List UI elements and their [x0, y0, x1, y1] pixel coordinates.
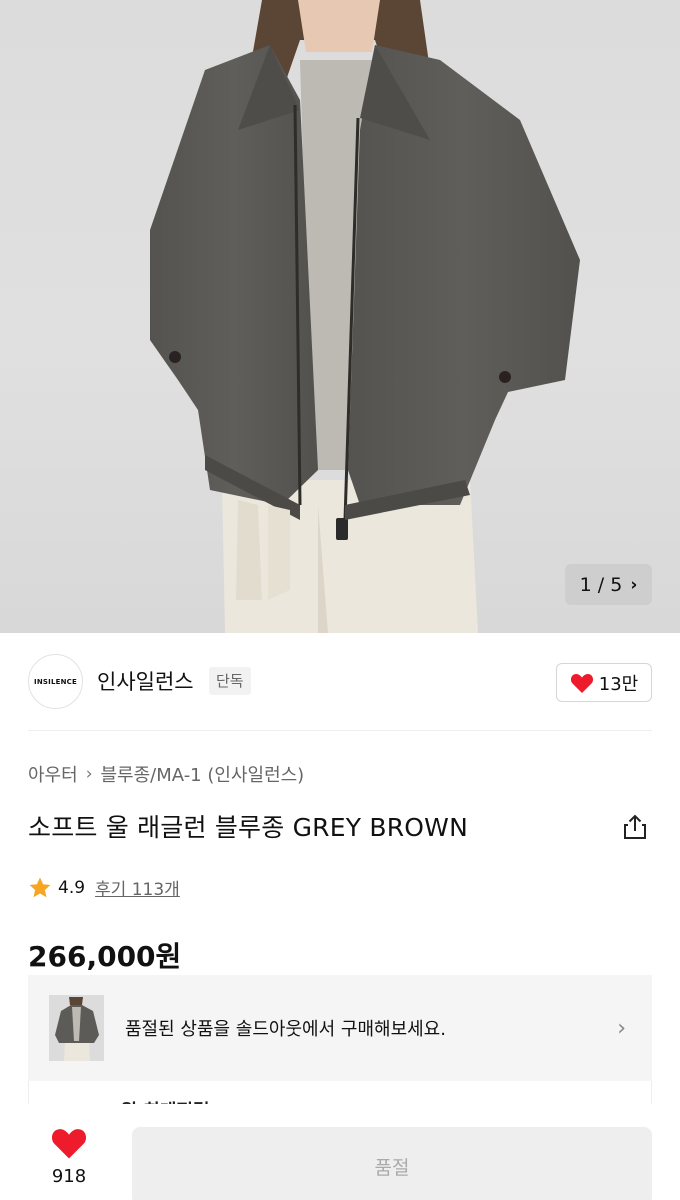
chevron-right-icon: ›	[85, 764, 93, 784]
star-icon	[29, 877, 51, 897]
product-photo	[150, 0, 580, 633]
thumbnail-image	[49, 995, 104, 1061]
breadcrumb-item-category[interactable]: 블루종/MA-1 (인사일런스)	[101, 761, 305, 787]
rating-score: 4.9	[58, 877, 86, 898]
section-divider	[28, 730, 652, 731]
product-image-gallery[interactable]: 1 / 5 ›	[0, 0, 680, 633]
share-icon[interactable]	[621, 813, 649, 841]
brand-logo[interactable]: INSILENCE	[28, 654, 83, 709]
breadcrumb: 아우터 › 블루종/MA-1 (인사일런스)	[28, 761, 304, 787]
counter-separator: /	[597, 573, 605, 596]
soldout-button[interactable]: 품절	[132, 1127, 652, 1200]
brand-logo-text: INSILENCE	[34, 677, 77, 686]
brand-row: INSILENCE 인사일런스 단독 13만	[28, 654, 652, 710]
wishlist-button[interactable]: 918	[40, 1126, 98, 1187]
chevron-right-icon: ›	[630, 574, 638, 595]
product-title: 소프트 울 래글런 블루종 GREY BROWN	[28, 813, 468, 842]
image-counter[interactable]: 1 / 5 ›	[565, 564, 652, 605]
brand-name[interactable]: 인사일런스	[97, 666, 194, 696]
product-price: 266,000원	[28, 940, 182, 973]
exclusive-badge: 단독	[209, 667, 251, 695]
heart-icon	[570, 673, 593, 693]
counter-total: 5	[610, 573, 623, 596]
chevron-right-icon: ›	[617, 1016, 626, 1041]
bottom-action-bar: 918 품절	[0, 1104, 680, 1200]
wishlist-count: 918	[51, 1166, 87, 1187]
breadcrumb-item-outer[interactable]: 아우터	[28, 761, 78, 787]
product-rating: 4.9 후기 113개	[28, 875, 180, 900]
brand-like-button[interactable]: 13만	[556, 663, 652, 702]
soldout-banner[interactable]: 품절된 상품을 솔드아웃에서 구매해보세요. ›	[28, 975, 652, 1081]
reviews-link[interactable]: 후기 113개	[95, 875, 180, 900]
heart-icon	[51, 1129, 87, 1159]
soldout-message: 품절된 상품을 솔드아웃에서 구매해보세요.	[125, 1019, 446, 1040]
brand-like-count: 13만	[598, 673, 639, 695]
counter-current: 1	[579, 573, 592, 596]
soldout-thumbnail	[49, 995, 104, 1061]
